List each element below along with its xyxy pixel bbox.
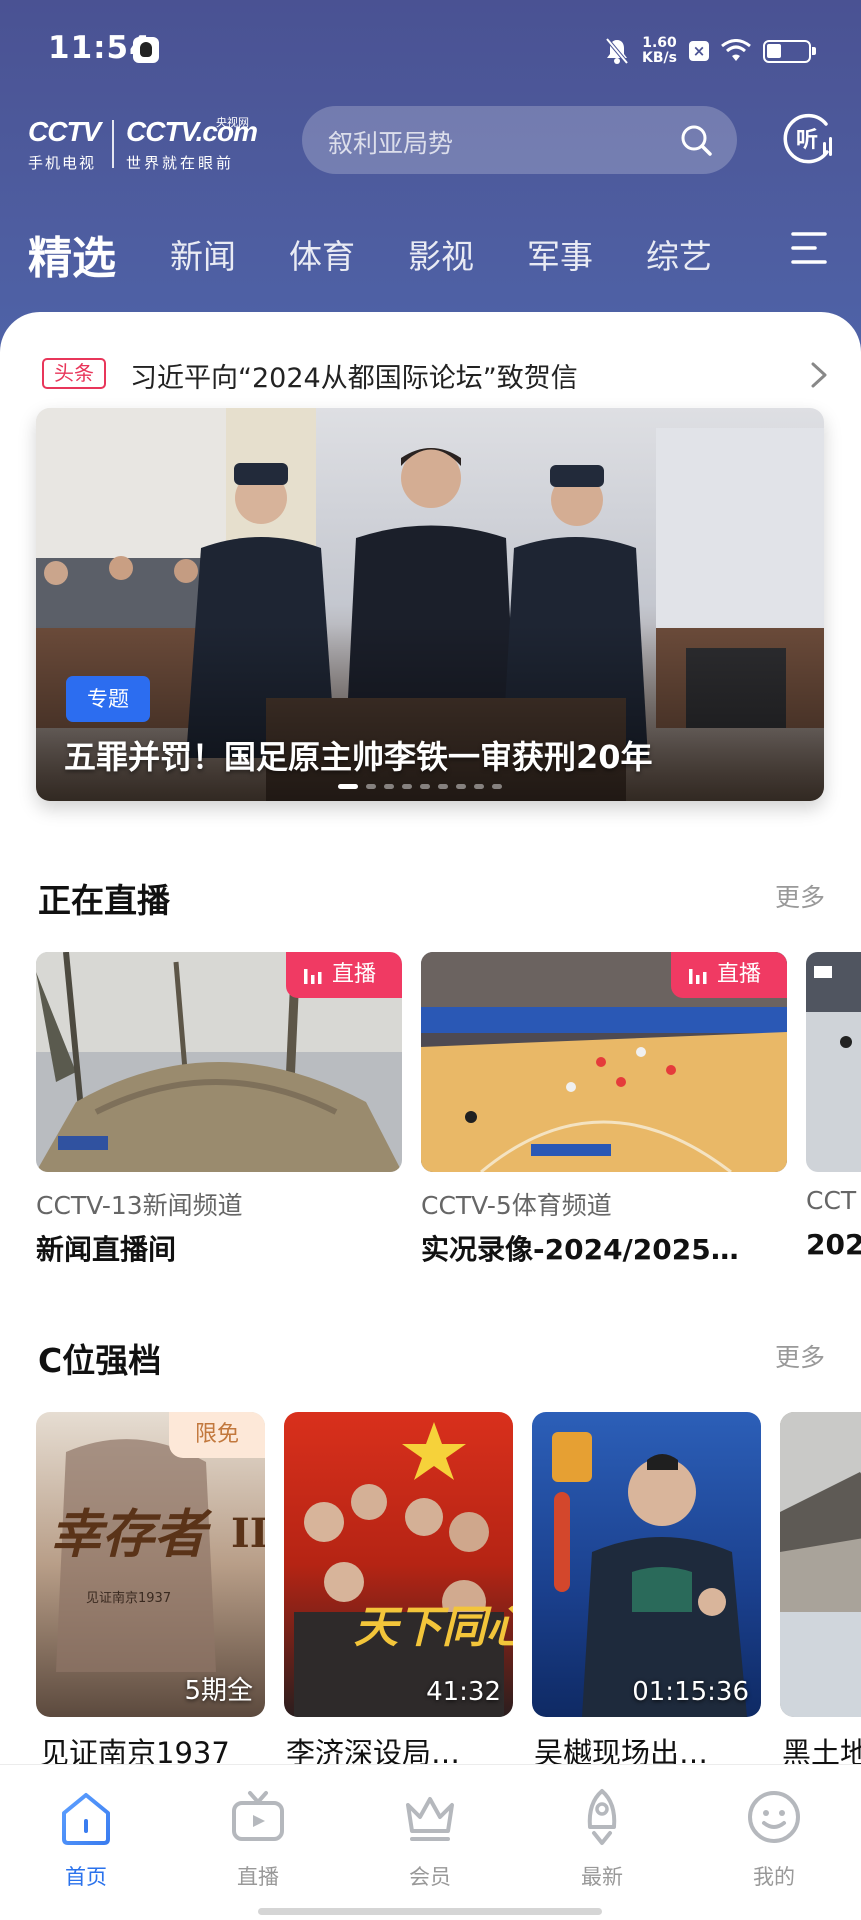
tab-variety[interactable]: 综艺 — [646, 230, 712, 278]
channel-tabs: 精选 新闻 体育 影视 军事 综艺 — [0, 222, 861, 284]
video-duration: 41:32 — [426, 1677, 501, 1707]
nav-home-label: 首页 — [65, 1865, 107, 1889]
live-title: 新闻直播间 — [36, 1233, 177, 1266]
hero-title: 五罪并罚！国足原主帅李铁一审获刑20年 — [64, 738, 653, 776]
rocket-icon — [587, 1789, 617, 1845]
search-bar[interactable]: 叙利亚局势 — [302, 106, 737, 174]
live-channel: CCT — [806, 1186, 857, 1215]
listen-icon[interactable]: 听 — [782, 112, 836, 166]
tv-icon — [232, 1791, 284, 1841]
hero-banner[interactable]: 专题 五罪并罚！国足原主帅李铁一审获刑20年 — [36, 408, 824, 801]
live-card[interactable]: 直播 CCTV-5体育频道 实况录像-2024/2025… — [421, 952, 787, 1266]
home-indicator[interactable] — [258, 1908, 602, 1915]
search-placeholder: 叙利亚局势 — [328, 129, 454, 158]
poster-card[interactable]: 天下同心 41:32 — [284, 1412, 513, 1717]
poster-image: 天下同心 — [284, 1412, 513, 1717]
live-image — [806, 952, 861, 1172]
live-badge: 直播 — [671, 952, 787, 998]
poster-card[interactable]: 幸存者 II 见证南京1937 限免 5期全 — [36, 1412, 265, 1717]
svg-text:见证南京1937: 见证南京1937 — [86, 1590, 171, 1606]
svg-text:II: II — [231, 1510, 265, 1557]
live-bars-icon — [304, 969, 322, 984]
live-channel: CCTV-13新闻频道 — [36, 1191, 243, 1220]
live-card[interactable]: CCT 202 — [806, 952, 861, 1261]
poster-image — [532, 1412, 761, 1717]
live-thumbnail — [806, 952, 861, 1172]
carousel-indicator — [338, 784, 502, 789]
poster-title[interactable]: 李济深设局… — [286, 1730, 460, 1764]
free-badge: 限免 — [169, 1412, 265, 1458]
tab-featured[interactable]: 精选 — [28, 222, 116, 286]
live-title: 实况录像-2024/2025… — [421, 1233, 739, 1266]
nav-live[interactable]: 直播 — [198, 1787, 318, 1889]
main-content: 头条 习近平向“2024从都国际论坛”致贺信 专题 五罪并罚！国足原主帅李铁一审… — [0, 312, 861, 1764]
live-bars-icon — [689, 969, 707, 984]
poster-title[interactable]: 吴樾现场出… — [534, 1730, 708, 1764]
tab-news[interactable]: 新闻 — [170, 230, 236, 278]
crown-icon — [406, 1797, 454, 1841]
nav-profile-label: 我的 — [753, 1865, 795, 1889]
bottom-nav: 首页 直播 会员 最新 我的 — [0, 1764, 861, 1920]
svg-text:听: 听 — [796, 128, 818, 153]
episode-count: 5期全 — [184, 1676, 253, 1706]
headline-row[interactable]: 头条 习近平向“2024从都国际论坛”致贺信 — [0, 342, 861, 406]
live-card[interactable]: 直播 CCTV-13新闻频道 新闻直播间 — [36, 952, 402, 1266]
topic-tag: 专题 — [66, 676, 150, 722]
live-more-link[interactable]: 更多 — [775, 878, 825, 914]
status-indicators: 1.60 KB/s × — [604, 34, 816, 68]
nav-live-label: 直播 — [237, 1865, 279, 1889]
video-duration: 01:15:36 — [632, 1677, 749, 1707]
nav-vip-label: 会员 — [409, 1865, 451, 1889]
poster-card[interactable]: 01:15:36 — [532, 1412, 761, 1717]
tab-military[interactable]: 军事 — [527, 230, 593, 278]
logo-divider — [112, 120, 114, 168]
network-speed: 1.60 KB/s — [642, 35, 677, 66]
live-thumbnail: 直播 — [421, 952, 787, 1172]
chevron-right-icon[interactable] — [807, 360, 831, 390]
live-channel: CCTV-5体育频道 — [421, 1191, 612, 1220]
menu-icon[interactable] — [789, 228, 829, 268]
mute-icon — [605, 37, 629, 65]
close-box-icon: × — [689, 41, 709, 61]
nav-profile[interactable]: 我的 — [714, 1787, 834, 1889]
battery-icon — [763, 39, 816, 63]
headline-text[interactable]: 习近平向“2024从都国际论坛”致贺信 — [130, 356, 578, 395]
headline-tag: 头条 — [42, 358, 106, 389]
nav-vip[interactable]: 会员 — [370, 1787, 490, 1889]
svg-text:天下同心: 天下同心 — [354, 1602, 513, 1653]
profile-face-icon — [748, 1791, 800, 1843]
nav-latest-label: 最新 — [581, 1865, 623, 1889]
home-icon — [62, 1793, 110, 1845]
status-bar: 11:54 1.60 KB/s × — [0, 0, 861, 100]
poster-title[interactable]: 见证南京1937 — [40, 1730, 230, 1764]
cctv-logo[interactable]: CCTV 手机电视 CCTV.com 央视网 世界就在眼前 — [28, 114, 258, 176]
qq-icon — [133, 37, 159, 63]
live-badge: 直播 — [286, 952, 402, 998]
live-title: 202 — [806, 1228, 861, 1261]
live-section-title: 正在直播 — [38, 881, 170, 920]
nav-latest[interactable]: 最新 — [542, 1787, 662, 1889]
tab-sports[interactable]: 体育 — [289, 230, 355, 278]
featured-section-title: C位强档 — [38, 1341, 162, 1380]
search-icon[interactable] — [679, 123, 713, 157]
nav-home[interactable]: 首页 — [26, 1787, 146, 1889]
tab-film[interactable]: 影视 — [408, 230, 474, 278]
wifi-icon — [721, 39, 751, 61]
live-thumbnail: 直播 — [36, 952, 402, 1172]
svg-text:幸存者: 幸存者 — [50, 1504, 213, 1565]
featured-more-link[interactable]: 更多 — [775, 1338, 825, 1374]
poster-card[interactable] — [780, 1412, 861, 1717]
poster-image — [780, 1412, 861, 1717]
poster-title[interactable]: 黑土地 — [782, 1730, 861, 1764]
